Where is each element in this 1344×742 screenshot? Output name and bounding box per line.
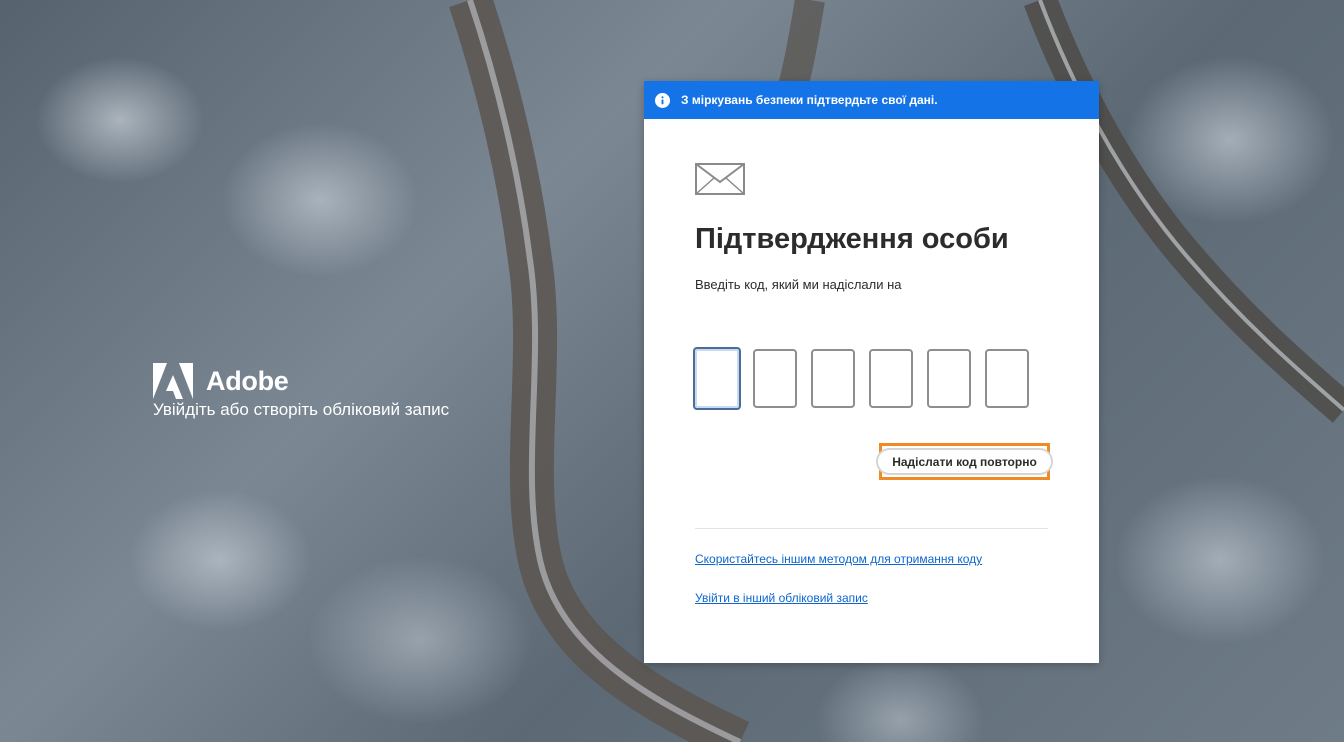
security-banner: З міркувань безпеки підтвердьте свої дан… bbox=[644, 81, 1099, 119]
banner-text: З міркувань безпеки підтвердьте свої дан… bbox=[681, 93, 938, 107]
page-subtitle: Введіть код, який ми надіслали на bbox=[695, 277, 902, 292]
other-account-link[interactable]: Увійти в інший обліковий запис bbox=[695, 591, 868, 605]
code-digit-input-6[interactable] bbox=[985, 349, 1029, 408]
page-title: Підтвердження особи bbox=[695, 223, 1009, 255]
divider bbox=[695, 528, 1048, 529]
verification-card: З міркувань безпеки підтвердьте свої дан… bbox=[644, 81, 1099, 663]
info-icon bbox=[655, 92, 670, 108]
brand-tagline: Увійдіть або створіть обліковий запис bbox=[153, 400, 450, 419]
code-digit-input-5[interactable] bbox=[927, 349, 971, 408]
resend-code-button[interactable]: Надіслати код повторно bbox=[876, 448, 1053, 475]
resend-highlight: Надіслати код повторно bbox=[876, 443, 1053, 480]
code-digit-input-2[interactable] bbox=[753, 349, 797, 408]
code-input-group bbox=[693, 347, 1029, 410]
adobe-logo-icon bbox=[153, 363, 193, 399]
brand-block: Adobe Увійдіть або створіть обліковий за… bbox=[153, 363, 449, 420]
code-digit-input-4[interactable] bbox=[869, 349, 913, 408]
code-digit-input-3[interactable] bbox=[811, 349, 855, 408]
alternate-method-link[interactable]: Скористайтесь іншим методом для отриманн… bbox=[695, 552, 982, 566]
code-digit-input-1[interactable] bbox=[693, 347, 741, 410]
envelope-icon bbox=[695, 163, 745, 195]
brand-name: Adobe bbox=[206, 365, 289, 396]
